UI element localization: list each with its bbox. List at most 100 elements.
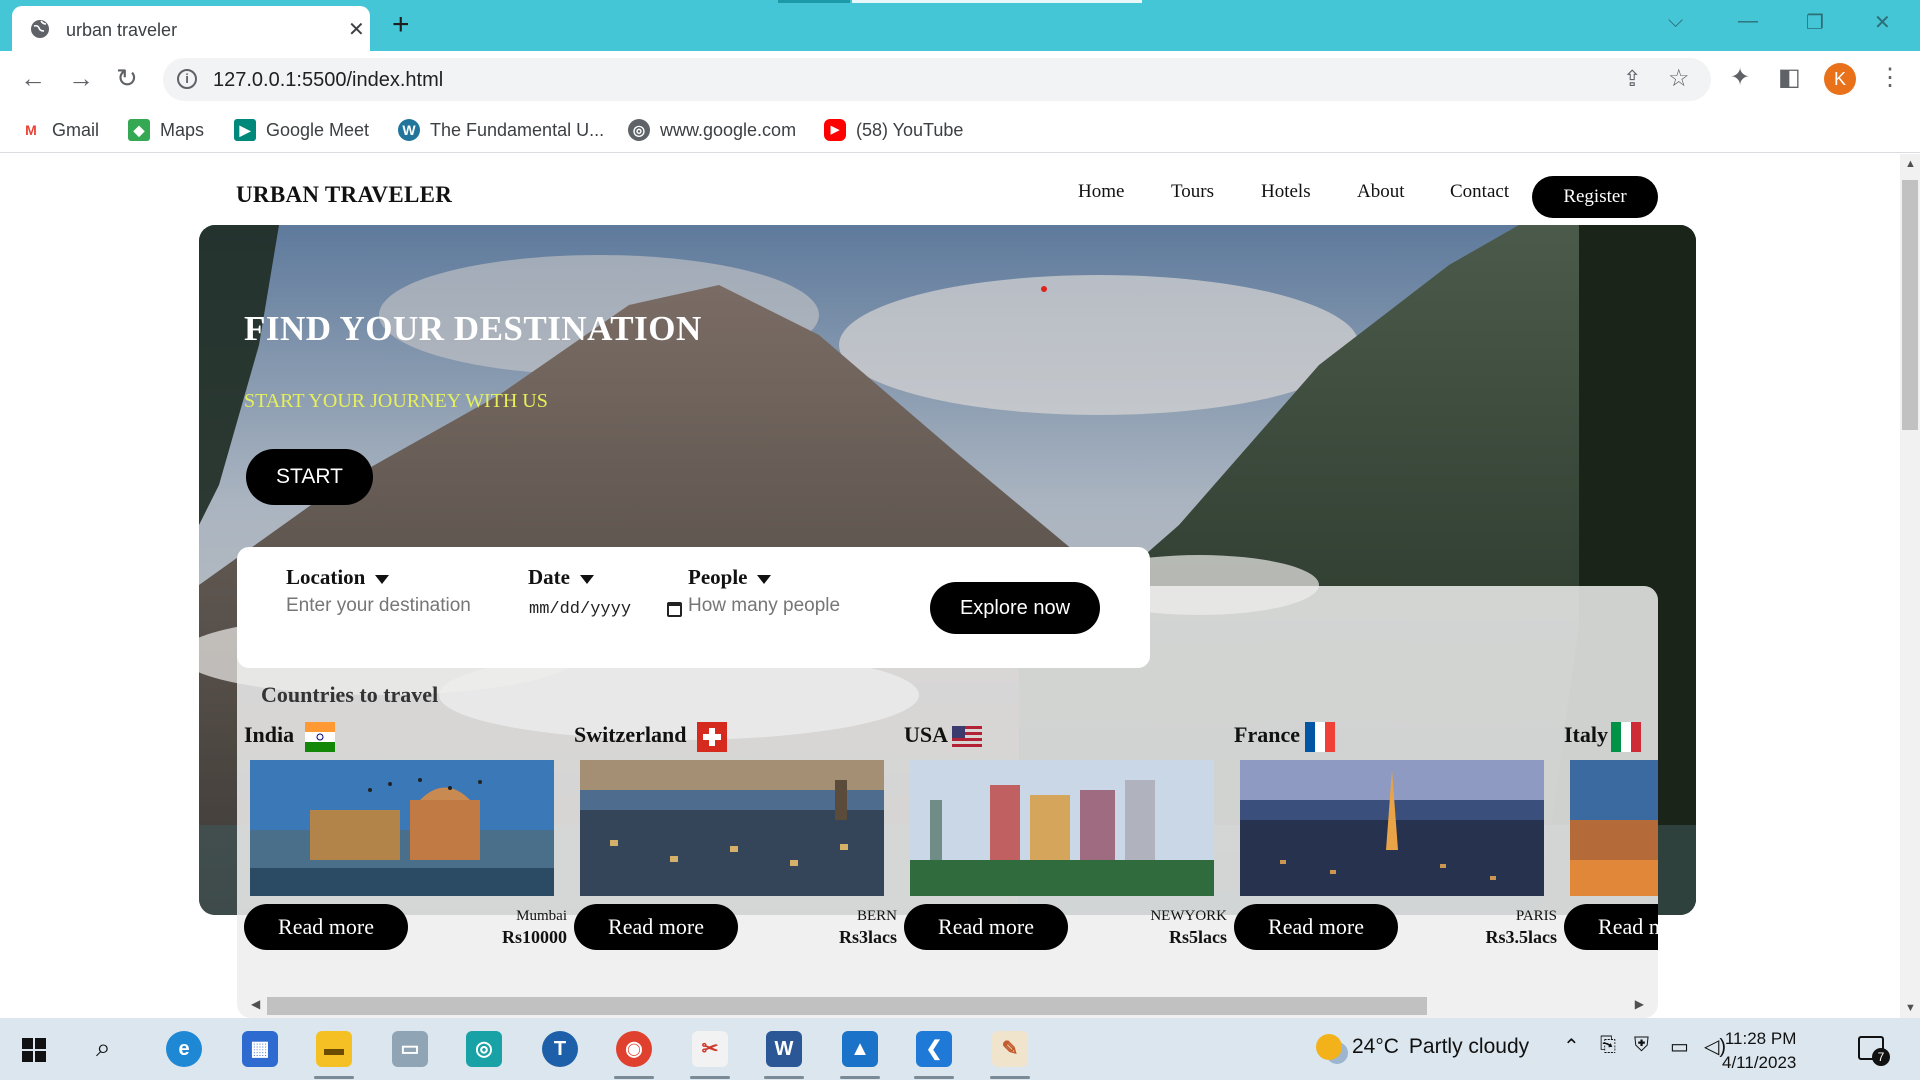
site-info-icon[interactable]: i (177, 69, 197, 89)
scrollbar-thumb[interactable] (1902, 180, 1918, 430)
file-explorer-icon[interactable]: ▬ (316, 1031, 352, 1067)
clock-date: 4/11/2023 (1722, 1053, 1797, 1072)
photos-icon[interactable]: ▲ (842, 1031, 878, 1067)
teams-icon[interactable]: T (542, 1031, 578, 1067)
close-window-icon[interactable]: ✕ (1874, 10, 1891, 35)
vertical-scrollbar[interactable]: ▲ ▼ (1900, 154, 1920, 1018)
nav-tours[interactable]: Tours (1171, 181, 1214, 203)
nav-hotels[interactable]: Hotels (1261, 181, 1311, 203)
system-clock[interactable]: 11:28 PM 4/11/2023 (1722, 1027, 1796, 1075)
chrome-icon[interactable]: ◉ (616, 1031, 652, 1067)
register-button[interactable]: Register (1532, 176, 1658, 218)
people-input[interactable]: How many people (688, 595, 840, 617)
read-more-button[interactable]: Read more (1234, 904, 1398, 950)
india-photo (250, 760, 554, 896)
date-label-text: Date (528, 565, 570, 589)
nav-contact[interactable]: Contact (1450, 181, 1509, 203)
scroll-down-icon[interactable]: ▼ (1905, 1002, 1916, 1014)
location-input[interactable]: Enter your destination (286, 595, 471, 617)
weather-temperature: 24°C (1352, 1035, 1399, 1058)
share-icon[interactable]: ⇪ (1623, 66, 1641, 92)
notification-icon[interactable]: 7 (1858, 1036, 1890, 1066)
city-name: Mumbai (516, 908, 567, 924)
italy-flag-icon (1611, 722, 1641, 752)
browser-tab[interactable]: urban traveler ✕ (12, 6, 370, 51)
city-name: BERN (856, 908, 897, 924)
explore-now-button[interactable]: Explore now (930, 582, 1100, 634)
nav-about[interactable]: About (1357, 181, 1405, 203)
close-tab-icon[interactable]: ✕ (348, 17, 365, 42)
bookmark-google[interactable]: ◎ www.google.com (628, 116, 796, 144)
switzerland-flag-icon (697, 722, 727, 752)
weather-widget[interactable]: 24°C Partly cloudy (1316, 1034, 1529, 1060)
price: Rs5lacs (1169, 927, 1227, 947)
chevron-up-icon[interactable]: ⌃ (1563, 1034, 1580, 1059)
location-label[interactable]: Location (286, 565, 390, 590)
bookmark-label: Maps (160, 119, 205, 140)
bookmark-star-icon[interactable]: ☆ (1668, 64, 1690, 93)
edge-icon[interactable]: e (166, 1031, 202, 1067)
bookmark-maps[interactable]: ◆ Maps (128, 116, 204, 144)
scroll-right-icon[interactable]: ▶ (1635, 997, 1644, 1011)
read-more-button[interactable]: Read more (574, 904, 738, 950)
word-icon[interactable]: W (766, 1031, 802, 1067)
restore-icon[interactable]: ❐ (1806, 10, 1824, 35)
site-logo[interactable]: URBAN TRAVELER (236, 182, 452, 208)
price: Rs3lacs (839, 927, 897, 947)
url-text[interactable]: 127.0.0.1:5500/index.html (213, 69, 443, 92)
bookmark-fundamental[interactable]: W The Fundamental U... (398, 116, 604, 144)
forward-icon[interactable]: → (68, 63, 94, 93)
caret-down-icon (375, 574, 390, 584)
horizontal-scrollbar[interactable]: ◀ ▶ (245, 996, 1650, 1016)
globe-icon (31, 20, 49, 38)
bookmark-youtube[interactable]: ▶ (58) YouTube (824, 116, 963, 144)
scroll-left-icon[interactable]: ◀ (251, 997, 260, 1011)
read-more-button[interactable]: Read more (904, 904, 1068, 950)
bookmark-gmail[interactable]: M Gmail (20, 116, 99, 144)
extensions-icon[interactable]: ✦ (1730, 63, 1750, 92)
nav-home[interactable]: Home (1078, 181, 1124, 203)
new-tab-button[interactable]: + (392, 8, 410, 42)
country-name: France (1234, 722, 1300, 747)
back-icon[interactable]: ← (20, 63, 46, 93)
caret-down-icon (579, 574, 594, 584)
side-panel-icon[interactable]: ◧ (1778, 63, 1801, 92)
store-icon[interactable]: ▦ (242, 1031, 278, 1067)
country-card-switzerland: Switzerland Read more BERN Rs3lacs (567, 722, 897, 982)
active-app-indicator (914, 1076, 954, 1079)
date-input[interactable]: mm/dd/yyyy (529, 600, 631, 619)
meet-now-icon[interactable]: ⎘ (1600, 1034, 1616, 1057)
read-more-button[interactable]: Read more (244, 904, 408, 950)
search-icon[interactable]: ⌕ (96, 1032, 111, 1064)
bookmark-label: www.google.com (660, 119, 797, 140)
bookmark-google-meet[interactable]: ▶ Google Meet (234, 116, 369, 144)
france-photo (1240, 760, 1544, 896)
read-more-button[interactable]: Read more (1564, 904, 1658, 950)
gmail-icon: M (20, 119, 42, 141)
start-button[interactable]: START (246, 449, 373, 505)
reload-icon[interactable]: ↻ (116, 63, 138, 93)
paint-icon[interactable]: ✎ (992, 1031, 1028, 1067)
profile-avatar[interactable]: K (1824, 63, 1856, 95)
bookmark-label: Google Meet (266, 119, 370, 140)
usa-photo (910, 760, 1214, 896)
snipping-tool-icon[interactable]: ✂ (692, 1031, 728, 1067)
country-card-india: India Read more Mumbai Rs10000 (237, 722, 567, 982)
countries-heading: Countries to travel (261, 682, 439, 707)
scrollbar-thumb[interactable] (267, 997, 1427, 1015)
scroll-up-icon[interactable]: ▲ (1905, 158, 1916, 170)
security-icon[interactable]: ⛨ (1634, 1034, 1649, 1057)
windows-start-icon[interactable] (22, 1038, 46, 1062)
minimize-icon[interactable]: — (1738, 10, 1758, 33)
tab-search-icon[interactable]: ⌵ (1668, 10, 1683, 33)
date-label[interactable]: Date (528, 565, 594, 590)
address-bar[interactable]: i 127.0.0.1:5500/index.html ⇪ ☆ (163, 58, 1711, 101)
laptop-icon[interactable]: ▭ (392, 1031, 428, 1067)
menu-icon[interactable]: ⋮ (1878, 63, 1902, 92)
calendar-icon[interactable] (667, 602, 682, 617)
camera-icon[interactable]: ◎ (466, 1031, 502, 1067)
battery-icon[interactable]: ▭ (1670, 1034, 1689, 1059)
people-label[interactable]: People (688, 565, 772, 590)
india-flag-icon (305, 722, 335, 752)
vscode-icon[interactable]: ❮ (916, 1031, 952, 1067)
